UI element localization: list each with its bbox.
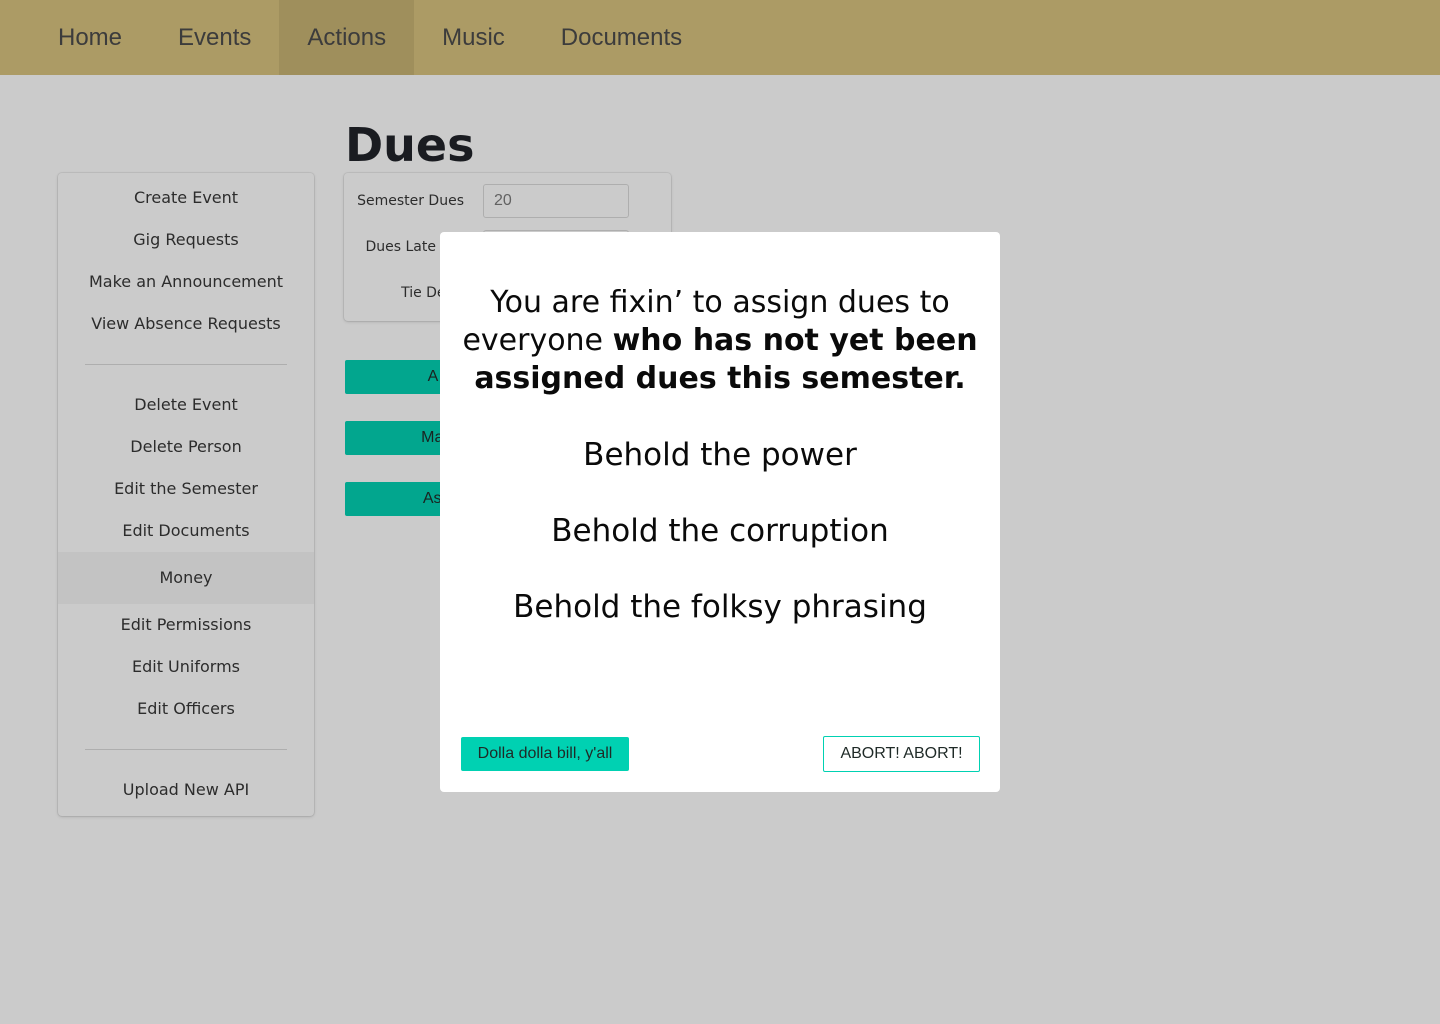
modal-line-power: Behold the power — [583, 437, 857, 473]
abort-button[interactable]: ABORT! ABORT! — [823, 736, 980, 772]
modal-message: You are fixin’ to assign dues to everyon… — [460, 284, 980, 398]
assign-dues-confirm-modal: You are fixin’ to assign dues to everyon… — [440, 232, 1000, 792]
modal-line-corruption: Behold the corruption — [551, 513, 889, 549]
confirm-assign-dues-button[interactable]: Dolla dolla bill, y'all — [461, 737, 629, 771]
modal-line-phrasing: Behold the folksy phrasing — [513, 589, 927, 625]
